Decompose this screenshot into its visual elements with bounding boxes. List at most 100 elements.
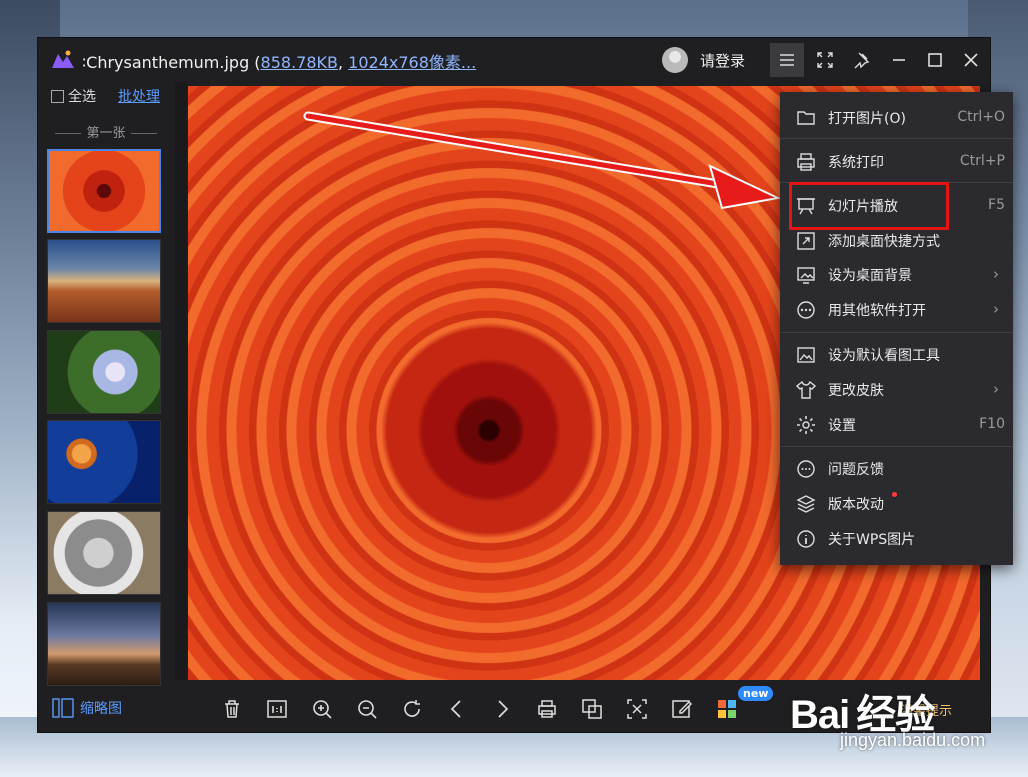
menu-item-shortcut: F10 — [979, 416, 1005, 432]
menu-item-label: 设为默认看图工具 — [828, 348, 940, 364]
checkbox-box[interactable] — [51, 89, 64, 103]
highlight-box — [789, 182, 949, 230]
menu-item-shortcut: Ctrl+O — [957, 109, 1005, 125]
new-badge: new — [738, 686, 774, 701]
menu-item-label: 更改皮肤 — [828, 383, 884, 399]
next-button[interactable] — [490, 697, 514, 721]
previous-button[interactable] — [445, 697, 469, 721]
shortcut-icon — [797, 232, 815, 250]
text-recognize-icon — [627, 699, 647, 719]
menu-separator — [780, 446, 1013, 447]
menu-item-label: 设为桌面背景 — [828, 268, 912, 284]
hamburger-icon — [780, 54, 794, 66]
zoom-out-icon — [358, 700, 377, 719]
trash-icon — [225, 700, 239, 718]
notification-dot — [892, 492, 897, 497]
thumbnails-label: 缩略图 — [80, 701, 122, 717]
rotate-button[interactable] — [400, 697, 424, 721]
menu-item-label: 系统打印 — [828, 155, 884, 171]
delete-button[interactable] — [220, 697, 244, 721]
menu-item-label: 版本改动 — [828, 497, 884, 513]
rotate-icon — [404, 700, 420, 717]
folder-icon — [797, 111, 815, 125]
zoom-in-button[interactable] — [310, 697, 334, 721]
baidu-watermark-url: jingyan.baidu.com — [840, 730, 986, 750]
fullscreen-button[interactable] — [808, 43, 842, 77]
annotation-arrow — [303, 111, 782, 210]
apps-grid-icon — [718, 700, 736, 718]
apps-button[interactable] — [715, 697, 739, 721]
menu-item-label: 关于WPS图片 — [828, 532, 916, 548]
batch-process-link[interactable]: 批处理 — [118, 86, 160, 106]
menu-item-open-with[interactable]: 用其他软件打开 › — [780, 292, 1013, 326]
login-link[interactable]: 请登录 — [700, 50, 745, 71]
close-icon — [964, 53, 978, 67]
title-separator: , — [338, 53, 349, 72]
menu-item-settings[interactable]: 设置 F10 — [780, 407, 1013, 441]
edit-button[interactable] — [670, 697, 694, 721]
menu-item-set-wallpaper[interactable]: 设为桌面背景 › — [780, 257, 1013, 291]
menu-item-changelog[interactable]: 版本改动 — [780, 486, 1013, 520]
select-all-label: 全选 — [68, 89, 96, 105]
chevron-right-icon: › — [993, 380, 999, 398]
menu-item-change-skin[interactable]: 更改皮肤 › — [780, 372, 1013, 406]
print-button[interactable] — [535, 697, 559, 721]
title-filename: ∶Chrysanthemum.jpg ( — [82, 53, 261, 72]
image-icon — [797, 347, 815, 363]
thumbnail-hydrangeas[interactable] — [47, 330, 161, 414]
menu-item-feedback[interactable]: 问题反馈 — [780, 451, 1013, 485]
chevron-left-icon — [450, 700, 461, 718]
menu-item-system-print[interactable]: 系统打印 Ctrl+P — [780, 144, 1013, 178]
chat-icon — [797, 460, 815, 478]
pin-icon — [854, 52, 870, 69]
app-logo-icon — [52, 50, 74, 68]
actual-size-button[interactable] — [265, 697, 289, 721]
wallpaper-icon — [797, 267, 815, 284]
zoom-out-button[interactable] — [355, 697, 379, 721]
printer-icon — [797, 153, 815, 171]
actual-size-icon — [267, 700, 287, 718]
select-all-checkbox[interactable]: 全选 — [51, 86, 96, 106]
maximize-button[interactable] — [918, 43, 952, 77]
menu-item-about[interactable]: 关于WPS图片 — [780, 521, 1013, 555]
first-image-label: 第一张 — [46, 122, 166, 141]
sidebar-scrollbar[interactable] — [175, 82, 187, 680]
ocr-button[interactable] — [625, 697, 649, 721]
thumbnails-toggle-button[interactable]: 缩略图 — [52, 698, 122, 718]
dimensions-link[interactable]: 1024x768像素... — [348, 53, 476, 72]
menu-separator — [780, 332, 1013, 333]
shirt-icon — [795, 380, 817, 399]
thumbnail-lighthouse[interactable] — [47, 602, 161, 686]
layers-icon — [796, 495, 816, 513]
close-button[interactable] — [954, 43, 988, 77]
thumbnail-sidebar: 全选 批处理 第一张 — [38, 82, 174, 686]
menu-item-shortcut: Ctrl+P — [959, 153, 1005, 169]
menu-item-label: 添加桌面快捷方式 — [828, 234, 940, 250]
menu-item-label: 用其他软件打开 — [828, 303, 926, 319]
menu-item-shortcut: F5 — [988, 197, 1005, 213]
minimize-button[interactable] — [882, 43, 916, 77]
thumbnail-chrysanthemum[interactable] — [47, 149, 161, 233]
zoom-in-icon — [313, 700, 332, 719]
thumbnail-desert[interactable] — [47, 239, 161, 323]
thumbnail-jellyfish[interactable] — [47, 420, 161, 504]
file-size-link[interactable]: 858.78KB — [261, 53, 338, 72]
maximize-icon — [928, 53, 942, 67]
title-bar: ∶Chrysanthemum.jpg (858.78KB, 1024x768像素… — [38, 38, 990, 82]
main-menu-button[interactable] — [770, 43, 804, 77]
thumbnails-icon — [52, 698, 74, 718]
info-icon — [797, 530, 815, 548]
window-title: ∶Chrysanthemum.jpg (858.78KB, 1024x768像素… — [82, 49, 476, 73]
menu-item-label: 问题反馈 — [828, 462, 884, 478]
menu-item-set-default-viewer[interactable]: 设为默认看图工具 — [780, 337, 1013, 371]
menu-item-open-image[interactable]: 打开图片(O) Ctrl+O — [780, 100, 1013, 134]
user-avatar[interactable] — [662, 47, 688, 73]
menu-separator — [780, 138, 1013, 139]
convert-button[interactable] — [580, 697, 604, 721]
printer-icon — [538, 700, 556, 718]
chevron-right-icon: › — [993, 300, 999, 318]
menu-item-label: 打开图片(O) — [828, 111, 906, 127]
pin-button[interactable] — [844, 43, 878, 77]
edit-icon — [672, 700, 693, 718]
thumbnail-koala[interactable] — [47, 511, 161, 595]
